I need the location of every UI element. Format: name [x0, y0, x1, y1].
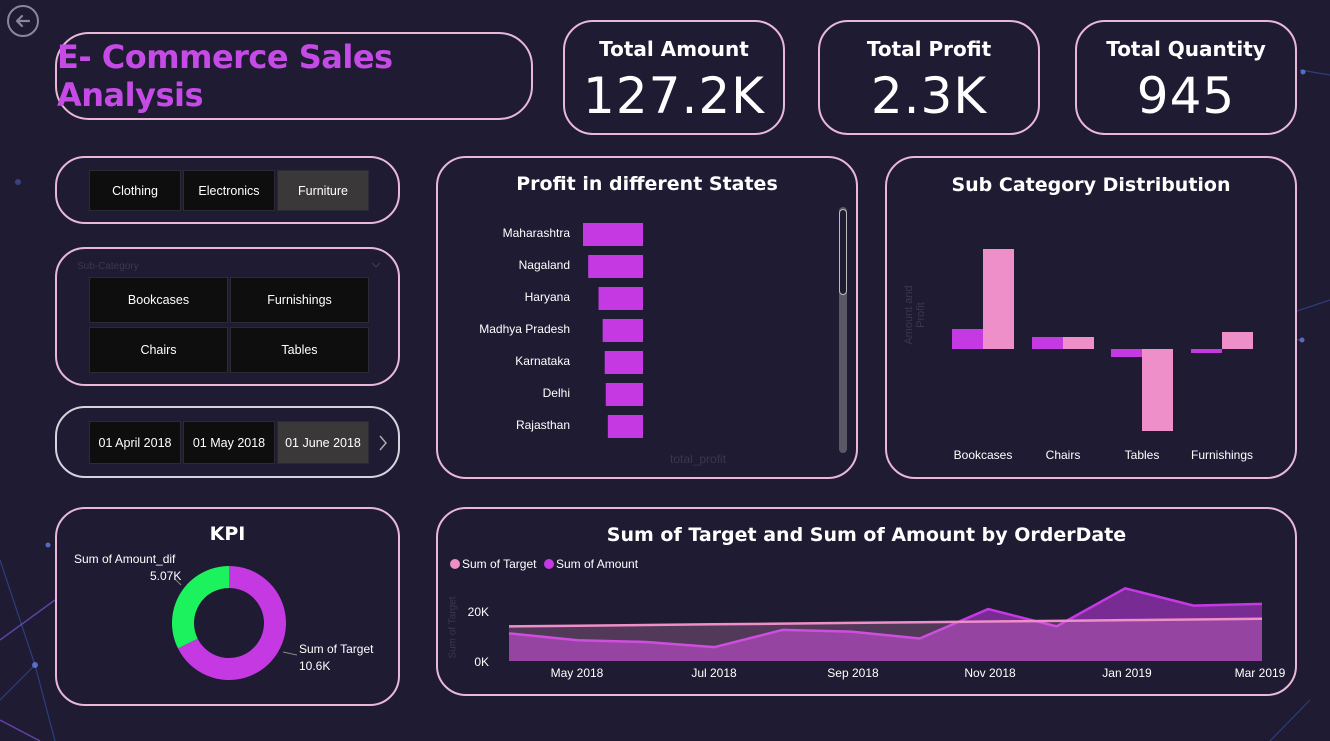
chevron-right-icon[interactable] [377, 434, 389, 452]
bar-delhi[interactable] [605, 383, 643, 406]
chevron-down-icon[interactable] [371, 261, 381, 269]
category-tick-label: Bookcases [954, 448, 1013, 462]
date-item[interactable]: 01 May 2018 [183, 421, 275, 464]
bar-furnishings-series-1[interactable] [1222, 332, 1253, 349]
profit-by-state-chart [583, 223, 643, 438]
category-tick-label: Chairs [1046, 448, 1081, 462]
kpi-label: Total Quantity [1106, 37, 1266, 61]
date-item-selected[interactable]: 01 June 2018 [277, 421, 369, 464]
x-tick-label: Nov 2018 [964, 666, 1016, 680]
slicer-item-furnishings[interactable]: Furnishings [230, 277, 369, 323]
bar-haryana[interactable] [598, 287, 643, 310]
kpi-card-total-amount: Total Amount 127.2K [563, 20, 785, 135]
slicer-item-electronics[interactable]: Electronics [183, 170, 275, 211]
subcategory-distribution-card: Sub Category Distribution Amount and Pro… [885, 156, 1297, 479]
scrollbar[interactable] [839, 207, 847, 453]
slicer-item-bookcases[interactable]: Bookcases [89, 277, 228, 323]
scrollbar-thumb[interactable] [839, 209, 847, 295]
page-title: E- Commerce Sales Analysis [57, 38, 393, 114]
back-button[interactable] [7, 5, 39, 37]
bar-chairs-series-0[interactable] [1032, 337, 1063, 349]
slicer-item-furniture[interactable]: Furniture [277, 170, 369, 211]
bar-furnishings-series-0[interactable] [1191, 349, 1222, 353]
target-amount-card: Sum of Target and Sum of Amount by Order… [436, 507, 1297, 696]
bar-karnataka[interactable] [604, 351, 643, 374]
slicer-item-clothing[interactable]: Clothing [89, 170, 181, 211]
target-amount-area-chart: 20K 0K May 2018 Jul 2018 Sep 2018 Nov 2018 Jan… [468, 586, 1286, 680]
x-tick-label: Sep 2018 [827, 666, 879, 680]
x-axis-title: total_profit [670, 452, 727, 466]
slice-label: Sum of Target [299, 642, 374, 656]
bar-bookcases-series-0[interactable] [952, 329, 983, 349]
kpi-card-total-quantity: Total Quantity 945 [1075, 20, 1297, 135]
date-slicer: 01 April 2018 01 May 2018 01 June 2018 [55, 406, 400, 478]
slice-value: 5.07K [150, 569, 182, 583]
date-item[interactable]: 01 April 2018 [89, 421, 181, 464]
bar-nagaland[interactable] [588, 255, 643, 278]
slice-label: Sum of Amount_dif [74, 552, 176, 566]
bar-bookcases-series-1[interactable] [983, 249, 1014, 349]
kpi-value: 2.3K [870, 67, 988, 125]
kpi-card-total-profit: Total Profit 2.3K [818, 20, 1040, 135]
bar-tables-series-1[interactable] [1142, 349, 1173, 431]
profit-by-state-card: Profit in different States Maharashtra Na… [436, 156, 858, 479]
slice-value: 10.6K [299, 659, 331, 673]
kpi-donut-chart [172, 566, 298, 680]
slicer-header: Sub-Category [77, 261, 139, 272]
category-tick-label: Furnishings [1191, 448, 1253, 462]
x-tick-label: Jan 2019 [1102, 666, 1152, 680]
subcategory-slicer: Sub-Category Bookcases Furnishings Chair… [55, 247, 400, 386]
kpi-value: 127.2K [583, 67, 765, 125]
bar-maharashtra[interactable] [583, 223, 643, 246]
slicer-item-tables[interactable]: Tables [230, 327, 369, 373]
title-card: E- Commerce Sales Analysis [55, 32, 533, 120]
kpi-label: Total Profit [866, 37, 992, 61]
y-tick-label: 0K [474, 655, 489, 669]
arrow-left-icon [15, 14, 31, 28]
bar-rajasthan[interactable] [607, 415, 643, 438]
bar-chairs-series-1[interactable] [1063, 337, 1094, 349]
subcategory-bar-chart: Bookcases Chairs Tables Furnishings [952, 249, 1253, 462]
x-tick-label: Mar 2019 [1235, 666, 1286, 680]
category-slicer: Clothing Electronics Furniture [55, 156, 400, 224]
x-tick-label: Jul 2018 [691, 666, 737, 680]
bar-madhya-pradesh[interactable] [602, 319, 643, 342]
bar-tables-series-0[interactable] [1111, 349, 1142, 357]
x-tick-label: May 2018 [551, 666, 604, 680]
kpi-label: Total Amount [599, 37, 749, 61]
y-tick-label: 20K [468, 605, 489, 619]
slicer-item-chairs[interactable]: Chairs [89, 327, 228, 373]
kpi-donut-card: KPI Sum of Amount_dif 5.07K Sum of Targe… [55, 507, 400, 706]
category-tick-label: Tables [1125, 448, 1160, 462]
kpi-value: 945 [1136, 67, 1236, 125]
leader-line [282, 651, 298, 656]
